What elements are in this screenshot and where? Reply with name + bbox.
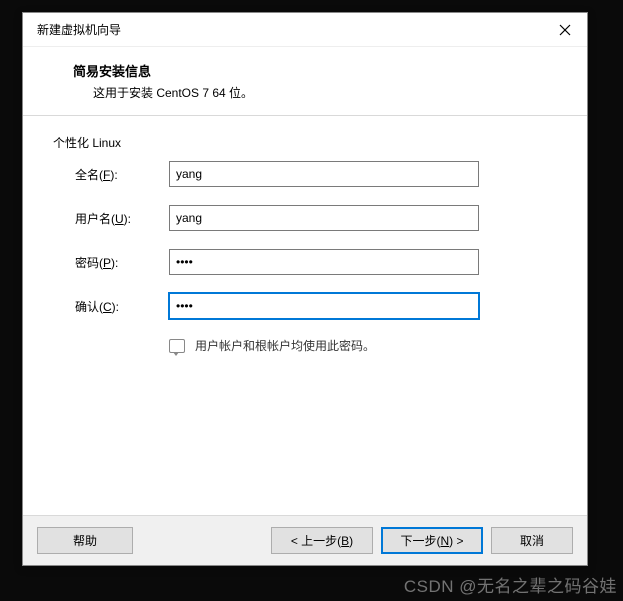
row-confirm: 确认(C): <box>53 293 557 319</box>
password-note: 用户帐户和根帐户均使用此密码。 <box>53 337 557 354</box>
help-button[interactable]: 帮助 <box>37 527 133 554</box>
wizard-dialog: 新建虚拟机向导 简易安装信息 这用于安装 CentOS 7 64 位。 个性化 … <box>22 12 588 566</box>
info-balloon-icon <box>169 339 185 353</box>
cancel-button[interactable]: 取消 <box>491 527 573 554</box>
label-password: 密码(P): <box>75 254 169 271</box>
row-password: 密码(P): <box>53 249 557 275</box>
confirm-field[interactable] <box>169 293 479 319</box>
fullname-field[interactable] <box>169 161 479 187</box>
window-title: 新建虚拟机向导 <box>37 21 121 38</box>
section-label: 个性化 Linux <box>53 134 557 151</box>
close-icon <box>559 24 571 36</box>
password-field[interactable] <box>169 249 479 275</box>
row-username: 用户名(U): <box>53 205 557 231</box>
close-button[interactable] <box>542 13 587 47</box>
header-title: 简易安装信息 <box>73 61 587 80</box>
label-confirm: 确认(C): <box>75 298 169 315</box>
row-fullname: 全名(F): <box>53 161 557 187</box>
back-button[interactable]: < 上一步(B) <box>271 527 373 554</box>
wizard-footer: 帮助 < 上一步(B) 下一步(N) > 取消 <box>23 515 587 565</box>
wizard-content: 个性化 Linux 全名(F): 用户名(U): 密码(P): 确认(C): <box>23 116 587 515</box>
wizard-header: 简易安装信息 这用于安装 CentOS 7 64 位。 <box>23 47 587 116</box>
header-subtitle: 这用于安装 CentOS 7 64 位。 <box>73 84 587 101</box>
next-button[interactable]: 下一步(N) > <box>381 527 483 554</box>
note-text: 用户帐户和根帐户均使用此密码。 <box>195 337 375 354</box>
username-field[interactable] <box>169 205 479 231</box>
titlebar: 新建虚拟机向导 <box>23 13 587 47</box>
label-username: 用户名(U): <box>75 210 169 227</box>
label-fullname: 全名(F): <box>75 166 169 183</box>
